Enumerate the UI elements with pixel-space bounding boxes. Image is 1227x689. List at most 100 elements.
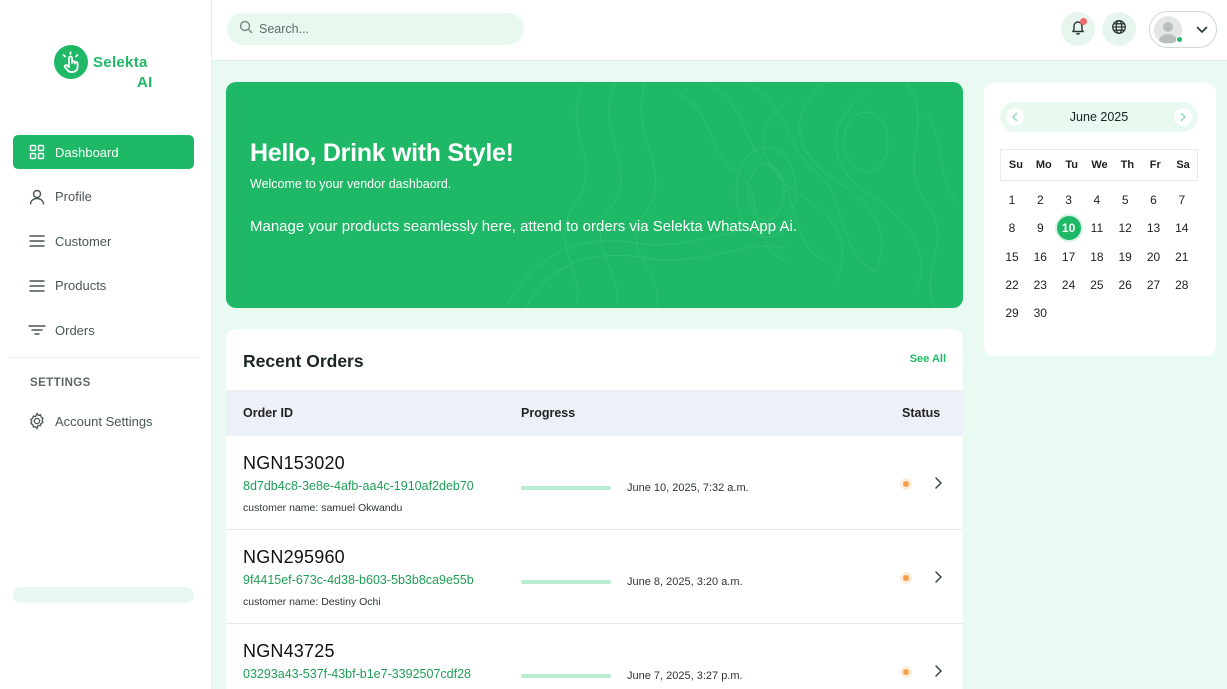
calendar-day[interactable]: 17 [1055,243,1083,271]
calendar-next-button[interactable] [1174,108,1192,126]
chevron-right-icon[interactable] [931,663,945,679]
table-row[interactable]: NGN153020 8d7db4c8-3e8e-4afb-aa4c-1910af… [226,436,963,530]
notifications-button[interactable] [1061,12,1095,46]
brand-name: Selekta AI [93,54,153,91]
calendar-day[interactable]: 2 [1026,186,1054,214]
welcome-message: Manage your products seamlessly here, at… [250,218,797,235]
sidebar-item-customer[interactable]: Customer [13,224,194,258]
order-date: June 8, 2025, 3:20 a.m. [627,576,743,588]
calendar-day[interactable]: 18 [1083,243,1111,271]
sidebar-item-label: Account Settings [55,413,153,429]
chevron-left-icon [1011,112,1018,122]
column-header-progress: Progress [521,406,576,420]
calendar-day[interactable]: 20 [1140,243,1168,271]
sidebar-item-label: Products [55,278,107,293]
orders-table-header: Order ID Progress Status [226,390,963,436]
order-date: June 10, 2025, 7:32 a.m. [627,482,749,494]
order-uuid[interactable]: 9f4415ef-673c-4d38-b603-5b3b8ca9e55b [243,573,474,587]
progress-bar [521,580,611,584]
calendar-weekday: Su [1008,159,1023,171]
calendar-day[interactable]: 9 [1026,214,1054,242]
calendar-weekday: We [1091,159,1108,171]
sidebar-item-products[interactable]: Products [13,269,194,303]
order-id: NGN153020 [243,453,345,473]
calendar-day[interactable]: 16 [1026,243,1054,271]
table-row[interactable]: NGN295960 9f4415ef-673c-4d38-b603-5b3b8c… [226,530,963,624]
calendar-header: June 2025 [1000,102,1198,132]
profile-menu-button[interactable] [1149,11,1217,48]
see-all-link[interactable]: See All [910,353,946,365]
calendar-day[interactable]: 24 [1055,271,1083,299]
table-row[interactable]: NGN43725 03293a43-537f-43bf-b1e7-3392507… [226,624,963,689]
sidebar-item-profile[interactable]: Profile [13,180,194,214]
sidebar-divider [10,357,198,358]
calendar-day[interactable]: 30 [1026,299,1054,327]
order-id: NGN43725 [243,641,335,661]
calendar-weekday: Fr [1149,159,1161,171]
calendar-day[interactable]: 6 [1140,186,1168,214]
pointer-hand-icon [54,45,88,79]
order-date: June 7, 2025, 3:27 p.m. [627,670,743,682]
welcome-subtitle: Welcome to your vendor dashbaord. [250,177,452,191]
search-box[interactable] [227,13,524,45]
sidebar-nav: Dashboard Profile Customer Products Orde… [13,135,194,358]
progress-bar [521,486,611,490]
calendar-day[interactable]: 15 [998,243,1026,271]
calendar-day[interactable]: 19 [1111,243,1139,271]
chevron-right-icon[interactable] [931,569,945,585]
calendar-prev-button[interactable] [1006,108,1024,126]
sidebar-item-orders[interactable]: Orders [13,313,194,347]
settings-section-label: SETTINGS [30,377,91,389]
calendar-day[interactable]: 28 [1168,271,1196,299]
list-icon [28,232,46,250]
globe-icon [1111,19,1127,40]
sidebar-item-label: Orders [55,322,95,338]
column-header-order-id: Order ID [243,406,294,420]
calendar-day[interactable]: 12 [1111,214,1139,242]
welcome-title: Hello, Drink with Style! [250,139,514,167]
main-content: Hello, Drink with Style! Welcome to your… [212,61,1227,689]
calendar-weekday: Th [1120,159,1135,171]
calendar-day[interactable]: 5 [1111,186,1139,214]
calendar-day[interactable]: 25 [1083,271,1111,299]
status-indicator [903,669,909,675]
calendar-day[interactable]: 11 [1083,214,1111,242]
notification-dot [1080,18,1087,25]
chevron-right-icon[interactable] [931,475,945,491]
calendar-day[interactable]: 23 [1026,271,1054,299]
calendar-day[interactable]: 27 [1140,271,1168,299]
customer-name: customer name: Destiny Ochi [243,596,381,608]
search-icon [239,20,253,39]
order-uuid[interactable]: 03293a43-537f-43bf-b1e7-3392507cdf28 [243,667,471,681]
online-status-dot [1176,36,1183,43]
filter-icon [28,321,46,339]
search-input[interactable] [259,22,499,36]
calendar-day[interactable]: 26 [1111,271,1139,299]
sidebar: Selekta AI Dashboard Profile Customer Pr… [0,0,212,689]
language-button[interactable] [1102,12,1136,46]
calendar-day[interactable]: 7 [1168,186,1196,214]
sidebar-item-account-settings[interactable]: Account Settings [13,404,194,438]
calendar-weekday: Sa [1176,159,1190,171]
calendar-day[interactable]: 13 [1140,214,1168,242]
sidebar-item-dashboard[interactable]: Dashboard [13,135,194,169]
calendar-day[interactable]: 22 [998,271,1026,299]
calendar-day[interactable]: 3 [1055,186,1083,214]
calendar-day[interactable]: 29 [998,299,1026,327]
calendar-day[interactable]: 1 [998,186,1026,214]
topographic-pattern [505,82,957,308]
list-icon [28,277,46,295]
brand-logo[interactable]: Selekta AI [54,45,153,93]
chevron-down-icon [1196,26,1208,34]
sidebar-item-label: Customer [55,233,112,249]
calendar-month-label: June 2025 [1069,110,1129,124]
order-uuid[interactable]: 8d7db4c8-3e8e-4afb-aa4c-1910af2deb70 [243,479,474,493]
calendar-day[interactable]: 14 [1168,214,1196,242]
calendar-day[interactable]: 21 [1168,243,1196,271]
calendar-day-today[interactable]: 10 [1054,214,1083,243]
calendar-day[interactable]: 4 [1083,186,1111,214]
welcome-banner: Hello, Drink with Style! Welcome to your… [226,82,963,308]
topbar [212,0,1227,61]
calendar-weekday: Mo [1035,159,1052,171]
calendar-day[interactable]: 8 [998,214,1026,242]
